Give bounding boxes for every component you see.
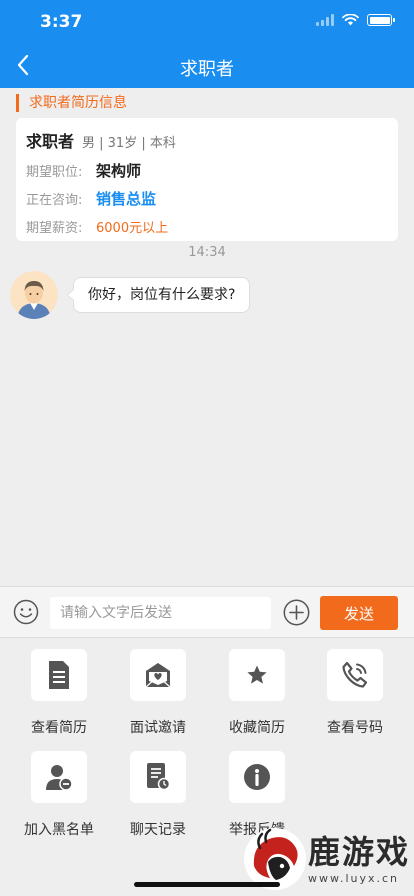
favorite-resume-button[interactable]: 收藏简历 <box>212 649 302 737</box>
action-label: 查看简历 <box>31 720 87 736</box>
chat-log-icon <box>147 763 171 791</box>
salary-value: 6000元以上 <box>96 220 169 236</box>
send-button[interactable]: 发送 <box>320 596 398 630</box>
action-label: 加入黑名单 <box>24 822 94 838</box>
info-icon <box>244 764 270 790</box>
chat-history-button[interactable]: 聊天记录 <box>113 751 203 839</box>
smiley-icon <box>13 599 39 625</box>
input-bar: 发送 <box>0 586 414 638</box>
view-number-button[interactable]: 查看号码 <box>310 649 400 737</box>
emoji-button[interactable] <box>13 599 39 625</box>
resume-section-title: 求职者简历信息 <box>16 94 127 112</box>
action-label: 聊天记录 <box>130 822 186 838</box>
signal-icon <box>316 14 334 26</box>
position-value: 架构师 <box>96 161 142 180</box>
avatar[interactable] <box>10 271 58 319</box>
person-avatar-icon <box>10 271 58 319</box>
view-resume-button[interactable]: 查看简历 <box>14 649 104 737</box>
add-blacklist-button[interactable]: 加入黑名单 <box>14 751 104 839</box>
mail-heart-icon <box>145 663 171 688</box>
star-icon <box>247 665 267 684</box>
consult-value: 销售总监 <box>96 189 157 208</box>
candidate-meta: 男 | 31岁 | 本科 <box>82 136 176 151</box>
position-label: 期望职位: <box>26 164 83 180</box>
status-time: 3:37 <box>40 12 83 32</box>
document-icon <box>49 661 69 689</box>
resume-card[interactable]: 求职者 男 | 31岁 | 本科 期望职位: 架构师 正在咨询: 销售总监 期望… <box>16 118 398 241</box>
salary-label: 期望薪资: <box>26 220 83 236</box>
interview-invite-button[interactable]: 面试邀请 <box>113 649 203 737</box>
message-input[interactable] <box>50 597 271 629</box>
action-label: 面试邀请 <box>130 720 186 736</box>
action-label: 收藏简历 <box>229 720 285 736</box>
watermark-name: 鹿游戏 <box>307 832 410 871</box>
action-panel: 查看简历 面试邀请 收藏简历 查看号码 加入黑名单 聊天记录 举报反馈 鹿游戏 … <box>0 639 414 896</box>
chat-timestamp: 14:34 <box>188 245 226 260</box>
plus-circle-icon <box>283 599 310 626</box>
wifi-icon <box>342 14 359 26</box>
page-title: 求职者 <box>180 59 234 80</box>
action-label: 查看号码 <box>327 720 383 736</box>
top-bar: 3:37 求职者 <box>0 0 414 88</box>
consult-label: 正在咨询: <box>26 192 83 208</box>
watermark-url: www.luyx.cn <box>307 871 400 885</box>
battery-icon <box>367 14 395 26</box>
chat-message-bubble[interactable]: 你好，岗位有什么要求? <box>66 277 251 313</box>
status-icons <box>316 14 395 26</box>
more-button[interactable] <box>283 599 310 626</box>
candidate-name: 求职者 <box>26 132 75 151</box>
home-indicator <box>134 882 280 887</box>
phone-icon <box>342 661 368 688</box>
user-block-icon <box>46 765 73 791</box>
